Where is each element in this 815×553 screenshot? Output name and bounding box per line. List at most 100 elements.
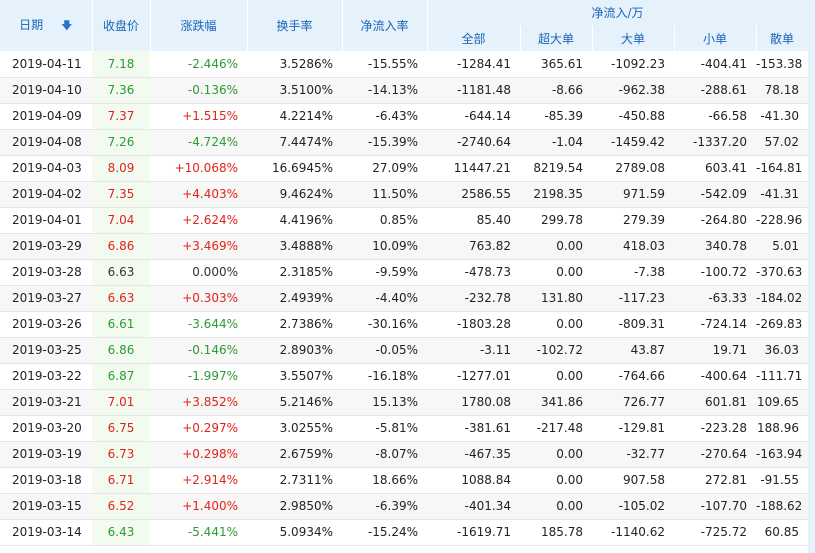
header-date-label: 日期: [19, 17, 44, 32]
row-retail: -184.02: [756, 285, 808, 312]
table-row[interactable]: 2019-04-09 7.37 +1.515% 4.2214% -6.43% -644.1…: [0, 103, 808, 130]
row-small: -725.72: [674, 519, 756, 546]
table-row[interactable]: 2019-03-14 6.43 -5.441% 5.0934% -15.24% -1619…: [0, 519, 808, 546]
row-change: -1.997%: [150, 363, 247, 390]
table-row[interactable]: 2019-04-03 8.09 +10.068% 16.6945% 27.09% 1144…: [0, 155, 808, 182]
row-change: -4.724%: [150, 129, 247, 156]
header-net-group: 净流入/万: [427, 0, 809, 26]
row-turnover: 2.3185%: [247, 259, 342, 286]
table-row[interactable]: 2019-03-25 6.86 -0.146% 2.8903% -0.05% -3.11-…: [0, 337, 808, 364]
row-close: 6.63: [92, 259, 150, 286]
row-turnover: 5.2146%: [247, 389, 342, 416]
row-turnover: 2.7386%: [247, 311, 342, 338]
header-all[interactable]: 全部: [427, 25, 521, 51]
row-retail: 57.02: [756, 129, 808, 156]
row-turnover: 4.2214%: [247, 103, 342, 130]
row-change: +3.469%: [150, 233, 247, 260]
row-small: 19.71: [674, 337, 756, 364]
row-close: 6.71: [92, 467, 150, 494]
table-row[interactable]: 2019-03-20 6.75 +0.297% 3.0255% -5.81% -381.6…: [0, 415, 808, 442]
table-row[interactable]: 2019-03-27 6.63 +0.303% 2.4939% -4.40% -232.7…: [0, 285, 808, 312]
row-date: 2019-04-03: [0, 155, 92, 182]
row-retail: -228.96: [756, 207, 808, 234]
row-small: 601.81: [674, 389, 756, 416]
row-small: 340.78: [674, 233, 756, 260]
table-row[interactable]: 2019-03-26 6.61 -3.644% 2.7386% -30.16% -1803…: [0, 311, 808, 338]
table-row[interactable]: 2019-03-21 7.01 +3.852% 5.2146% 15.13% 1780.0…: [0, 389, 808, 416]
header-change[interactable]: 涨跌幅: [150, 0, 248, 51]
row-all: 11447.21: [427, 155, 520, 182]
row-turnover: 4.4196%: [247, 207, 342, 234]
header-retail[interactable]: 散单: [756, 25, 809, 51]
row-large: -129.81: [592, 415, 674, 442]
header-date[interactable]: 日期 🡇: [0, 0, 93, 51]
row-small: -270.64: [674, 441, 756, 468]
row-change: +2.914%: [150, 467, 247, 494]
row-super-large: 365.61: [520, 51, 592, 78]
header-small[interactable]: 小单: [674, 25, 757, 51]
row-net-rate: -16.18%: [342, 363, 427, 390]
row-super-large: 299.78: [520, 207, 592, 234]
row-turnover: 2.7311%: [247, 467, 342, 494]
header-turnover[interactable]: 换手率: [247, 0, 343, 51]
row-small: -63.33: [674, 285, 756, 312]
row-large: 2789.08: [592, 155, 674, 182]
row-large: -962.38: [592, 77, 674, 104]
row-small: 603.41: [674, 155, 756, 182]
row-small: -404.41: [674, 51, 756, 78]
row-close: 6.73: [92, 441, 150, 468]
table-row[interactable]: 2019-04-01 7.04 +2.624% 4.4196% 0.85% 85.40 29…: [0, 207, 808, 234]
row-turnover: 3.5100%: [247, 77, 342, 104]
row-net-rate: -8.07%: [342, 441, 427, 468]
table-row[interactable]: 2019-03-29 6.86 +3.469% 3.4888% 10.09% 763.82…: [0, 233, 808, 260]
row-net-rate: -6.43%: [342, 103, 427, 130]
table-row[interactable]: 2019-03-18 6.71 +2.914% 2.7311% 18.66% 1088.8…: [0, 467, 808, 494]
row-net-rate: 18.66%: [342, 467, 427, 494]
row-large: 279.39: [592, 207, 674, 234]
row-super-large: -217.48: [520, 415, 592, 442]
row-retail: -91.55: [756, 467, 808, 494]
row-close: 6.87: [92, 363, 150, 390]
row-change: +3.852%: [150, 389, 247, 416]
row-all: -1181.48: [427, 77, 520, 104]
row-turnover: 3.5507%: [247, 363, 342, 390]
row-close: 7.36: [92, 77, 150, 104]
header-net-rate[interactable]: 净流入率: [342, 0, 428, 51]
row-close: 6.75: [92, 415, 150, 442]
table-row[interactable]: 2019-03-28 6.63 0.000% 2.3185% -9.59% -478.73…: [0, 259, 808, 286]
row-date: 2019-03-14: [0, 519, 92, 546]
row-date: 2019-03-18: [0, 467, 92, 494]
row-turnover: 2.4939%: [247, 285, 342, 312]
header-large[interactable]: 大单: [592, 25, 675, 51]
row-close: 8.09: [92, 155, 150, 182]
row-retail: -163.94: [756, 441, 808, 468]
row-date: 2019-04-11: [0, 51, 92, 78]
row-all: -467.35: [427, 441, 520, 468]
row-super-large: 0.00: [520, 259, 592, 286]
table-row[interactable]: 2019-04-08 7.26 -4.724% 7.4474% -15.39% -2740…: [0, 129, 808, 156]
row-small: -288.61: [674, 77, 756, 104]
table-row[interactable]: 2019-03-15 6.52 +1.400% 2.9850% -6.39% -401.3…: [0, 493, 808, 520]
row-super-large: 0.00: [520, 467, 592, 494]
row-net-rate: -0.05%: [342, 337, 427, 364]
table-row[interactable]: 2019-03-22 6.87 -1.997% 3.5507% -16.18% -1277…: [0, 363, 808, 390]
table-row[interactable]: 2019-04-11 7.18 -2.446% 3.5286% -15.55% -1284…: [0, 51, 808, 78]
row-date: 2019-04-09: [0, 103, 92, 130]
row-small: -223.28: [674, 415, 756, 442]
header-super-large[interactable]: 超大单: [520, 25, 593, 51]
row-all: 763.82: [427, 233, 520, 260]
row-date: 2019-03-27: [0, 285, 92, 312]
fund-flow-table: 日期 🡇 收盘价 涨跌幅 换手率 净流入率 净流入/万 全部 超大单 大单 小单 …: [0, 0, 809, 546]
row-large: -450.88: [592, 103, 674, 130]
row-super-large: 0.00: [520, 441, 592, 468]
table-row[interactable]: 2019-03-19 6.73 +0.298% 2.6759% -8.07% -467.3…: [0, 441, 808, 468]
arrow-down-icon[interactable]: 🡇: [61, 17, 72, 36]
table-row[interactable]: 2019-04-02 7.35 +4.403% 9.4624% 11.50% 2586.5…: [0, 181, 808, 208]
row-all: -1277.01: [427, 363, 520, 390]
row-date: 2019-03-22: [0, 363, 92, 390]
table-row[interactable]: 2019-04-10 7.36 -0.136% 3.5100% -14.13% -1181…: [0, 77, 808, 104]
row-change: -2.446%: [150, 51, 247, 78]
header-close[interactable]: 收盘价: [92, 0, 151, 51]
scrollbar-track[interactable]: [808, 0, 815, 553]
row-turnover: 3.5286%: [247, 51, 342, 78]
